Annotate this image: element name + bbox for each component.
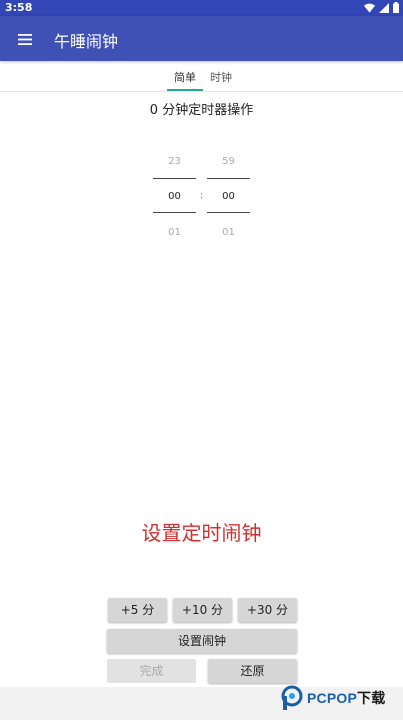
status-time: 3:58 — [5, 1, 33, 14]
signal-icon — [379, 2, 389, 13]
tab-bar: 简单 时钟 — [0, 61, 403, 92]
hour-current-value[interactable]: 00 — [153, 191, 196, 202]
minute-next-value[interactable]: 01 — [207, 227, 250, 238]
hour-divider-bottom — [153, 212, 196, 213]
battery-icon — [393, 2, 399, 13]
minute-prev-value[interactable]: 59 — [207, 156, 250, 167]
done-button[interactable]: 完成 — [107, 659, 196, 683]
app-bar: 午睡闹钟 — [0, 16, 403, 61]
tab-indicator — [167, 89, 203, 91]
set-timer-alarm-label: 设置定时闹钟 — [141, 521, 262, 545]
status-bar: 3:58 — [0, 0, 403, 16]
menu-button[interactable] — [10, 24, 40, 54]
wifi-icon — [364, 3, 375, 13]
pcpop-logo-icon — [281, 685, 303, 710]
tab-simple[interactable]: 简单 — [174, 69, 196, 85]
hour-prev-value[interactable]: 23 — [153, 156, 196, 167]
pcpop-watermark: PCPOP下载 — [280, 685, 385, 711]
minute-divider-top — [207, 178, 250, 179]
minute-current-value[interactable]: 00 — [207, 191, 250, 202]
restore-button[interactable]: 还原 — [208, 659, 297, 683]
watermark-suffix: 下载 — [357, 690, 386, 706]
add-30-minutes-button[interactable]: +30 分 — [238, 598, 297, 622]
status-icons — [364, 2, 399, 13]
set-alarm-button[interactable]: 设置闹钟 — [107, 629, 297, 653]
hour-divider-top — [153, 178, 196, 179]
minute-divider-bottom — [207, 212, 250, 213]
add-5-minutes-button[interactable]: +5 分 — [108, 598, 167, 622]
hamburger-menu-icon — [18, 33, 32, 45]
tab-clock[interactable]: 时钟 — [210, 69, 232, 85]
watermark-brand: PCPOP — [307, 690, 358, 706]
picker-separator: : — [200, 191, 204, 201]
app-title: 午睡闹钟 — [54, 32, 119, 51]
add-10-minutes-button[interactable]: +10 分 — [173, 598, 232, 622]
watermark-text: PCPOP下载 — [307, 688, 385, 708]
hour-next-value[interactable]: 01 — [153, 227, 196, 238]
timer-status-text: 0 分钟定时器操作 — [149, 103, 254, 118]
